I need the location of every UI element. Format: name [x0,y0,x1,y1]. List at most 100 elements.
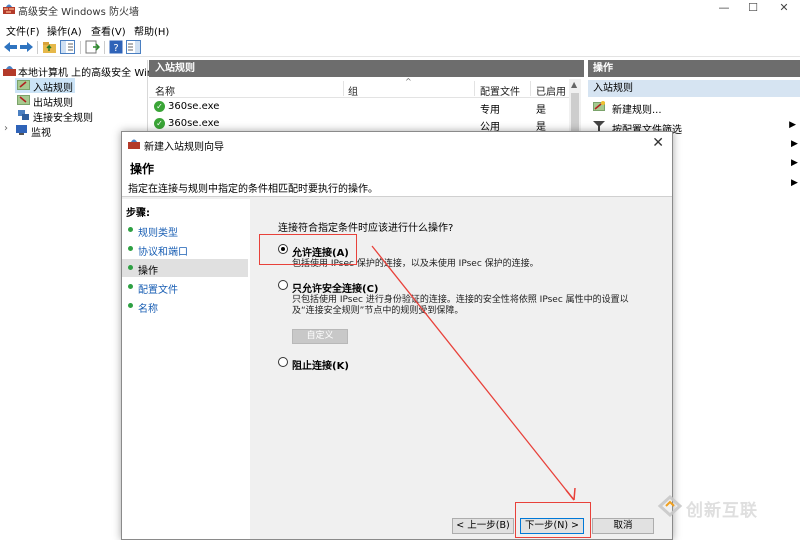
wizard-description: 指定在连接与规则中指定的条件相匹配时要执行的操作。 [128,184,378,195]
rule-profile: 专用 [480,105,500,116]
submenu-arrow-icon[interactable]: ▶ [791,178,798,188]
highlight-next-button [515,502,591,538]
rule-name: 360se.exe [168,101,220,112]
actions-section-inbound-rules[interactable]: 入站规则 [588,80,800,97]
block-connection-label[interactable]: 阻止连接(K) [292,357,349,372]
tree-item-label: 连接安全规则 [33,113,93,124]
tree-item-label: 出站规则 [33,98,73,109]
column-profile[interactable]: 配置文件 [480,83,520,98]
wizard-header: 操作 指定在连接与规则中指定的条件相匹配时要执行的操作。 [122,156,672,197]
export-list-icon[interactable] [85,40,100,54]
cancel-button[interactable]: 取消 [592,518,654,534]
list-scrollbar[interactable]: ▲ [569,79,581,139]
table-row[interactable]: ✓ 360se.exe 专用 是 [149,99,569,116]
step-label: 操作 [138,266,158,277]
step-action[interactable]: 操作 [122,259,248,277]
window-titlebar: 高级安全 Windows 防火墙 — ☐ ✕ [0,0,800,18]
tree-item-label: 监视 [31,128,51,139]
help-icon[interactable]: ? [109,40,124,54]
watermark-text: 创新互联 [686,501,758,521]
action-question: 连接符合指定条件时应该进行什么操作? [278,223,454,234]
rule-name: 360se.exe [168,118,220,129]
minimize-button[interactable]: — [710,0,738,18]
menu-bar: 文件(F) 操作(A) 查看(V) 帮助(H) [0,20,800,38]
step-profile[interactable]: 配置文件 [122,278,248,296]
submenu-arrow-icon[interactable]: ▶ [791,158,798,168]
list-pane-header: 入站规则 [149,60,584,77]
step-label: 名称 [138,304,158,315]
show-action-pane-icon[interactable] [126,40,141,54]
window-title: 高级安全 Windows 防火墙 [18,7,139,18]
table-row[interactable]: ✓ 360se.exe 公用 是 [149,116,569,133]
new-inbound-rule-wizard: 新建入站规则向导 ✕ 操作 指定在连接与规则中指定的条件相匹配时要执行的操作。 … [121,131,673,540]
column-divider[interactable] [530,81,531,96]
tree-item-outbound-rules[interactable]: 出站规则 [15,93,95,109]
toolbar-divider [80,41,81,54]
column-enabled[interactable]: 已启用 [536,83,566,98]
step-name[interactable]: 名称 [122,297,248,315]
enabled-check-icon: ✓ [154,101,165,112]
tree-item-inbound-rules[interactable]: 入站规则 [15,78,75,94]
highlight-allow-connection [259,234,357,265]
rule-enabled: 是 [536,105,546,116]
maximize-button[interactable]: ☐ [739,0,767,18]
outbound-rules-icon [17,95,30,105]
toolbar: ? [0,38,800,57]
sort-ascending-icon: ^ [405,77,412,86]
firewall-icon [128,139,140,149]
step-rule-type[interactable]: 规则类型 [122,221,248,239]
submenu-arrow-icon: ▶ [789,120,796,130]
inbound-rules-icon [17,80,30,90]
step-bullet-icon [128,265,133,270]
forward-arrow-icon[interactable] [19,40,34,54]
close-icon[interactable]: ✕ [652,135,664,151]
connection-security-icon [18,110,29,120]
wizard-title: 新建入站规则向导 [144,142,224,153]
steps-heading: 步骤: [126,208,150,219]
wizard-heading: 操作 [130,162,155,176]
show-hide-tree-icon[interactable] [60,40,75,54]
expand-chevron-icon[interactable]: › [4,123,8,134]
step-bullet-icon [128,246,133,251]
actions-pane-header: 操作 [588,60,800,77]
wizard-steps-panel: 步骤: 规则类型 协议和端口 操作 配置文件 名称 [122,199,250,539]
block-connection-radio[interactable] [278,357,288,367]
scroll-thumb[interactable] [571,93,579,133]
customize-button[interactable]: 自定义 [292,329,348,344]
firewall-app-icon [3,4,15,14]
step-protocol-and-ports[interactable]: 协议和端口 [122,240,248,258]
column-divider[interactable] [474,81,475,96]
back-button[interactable]: < 上一步(B) [452,518,514,534]
column-header-row: 名称 组 ^ 配置文件 已启用 [149,77,569,98]
column-group[interactable]: 组 [348,83,358,98]
firewall-icon [3,66,16,76]
menu-action[interactable]: 操作(A) [47,23,82,38]
action-new-rule[interactable]: 新建规则... [588,98,800,116]
allow-secure-connection-label[interactable]: 只允许安全连接(C) [292,280,378,295]
column-name[interactable]: 名称 [155,83,175,98]
submenu-arrow-icon[interactable]: ▶ [791,139,798,149]
tree-root[interactable]: 本地计算机 上的高级安全 Win [0,63,153,79]
step-label: 配置文件 [138,285,178,296]
enabled-check-icon: ✓ [154,118,165,129]
up-folder-icon[interactable] [42,40,57,54]
brand-logo-icon [657,494,683,518]
svg-text:?: ? [113,43,118,54]
step-label: 规则类型 [138,228,178,239]
menu-view[interactable]: 查看(V) [91,23,126,38]
tree-item-label: 入站规则 [33,83,73,94]
tree-item-connection-security-rules[interactable]: 连接安全规则 [15,108,105,124]
toolbar-divider [104,41,105,54]
back-arrow-icon[interactable] [3,40,18,54]
menu-file[interactable]: 文件(F) [6,23,40,38]
action-label: 新建规则... [612,105,662,116]
scroll-up-icon[interactable]: ▲ [571,80,577,89]
wizard-titlebar: 新建入站规则向导 ✕ [122,132,672,156]
column-divider[interactable] [343,81,344,96]
tree-item-monitoring[interactable]: › 监视 [3,123,63,139]
close-window-button[interactable]: ✕ [770,0,798,18]
toolbar-divider [37,41,38,54]
menu-help[interactable]: 帮助(H) [134,23,169,38]
allow-secure-connection-radio[interactable] [278,280,288,290]
step-label: 协议和端口 [138,247,188,258]
